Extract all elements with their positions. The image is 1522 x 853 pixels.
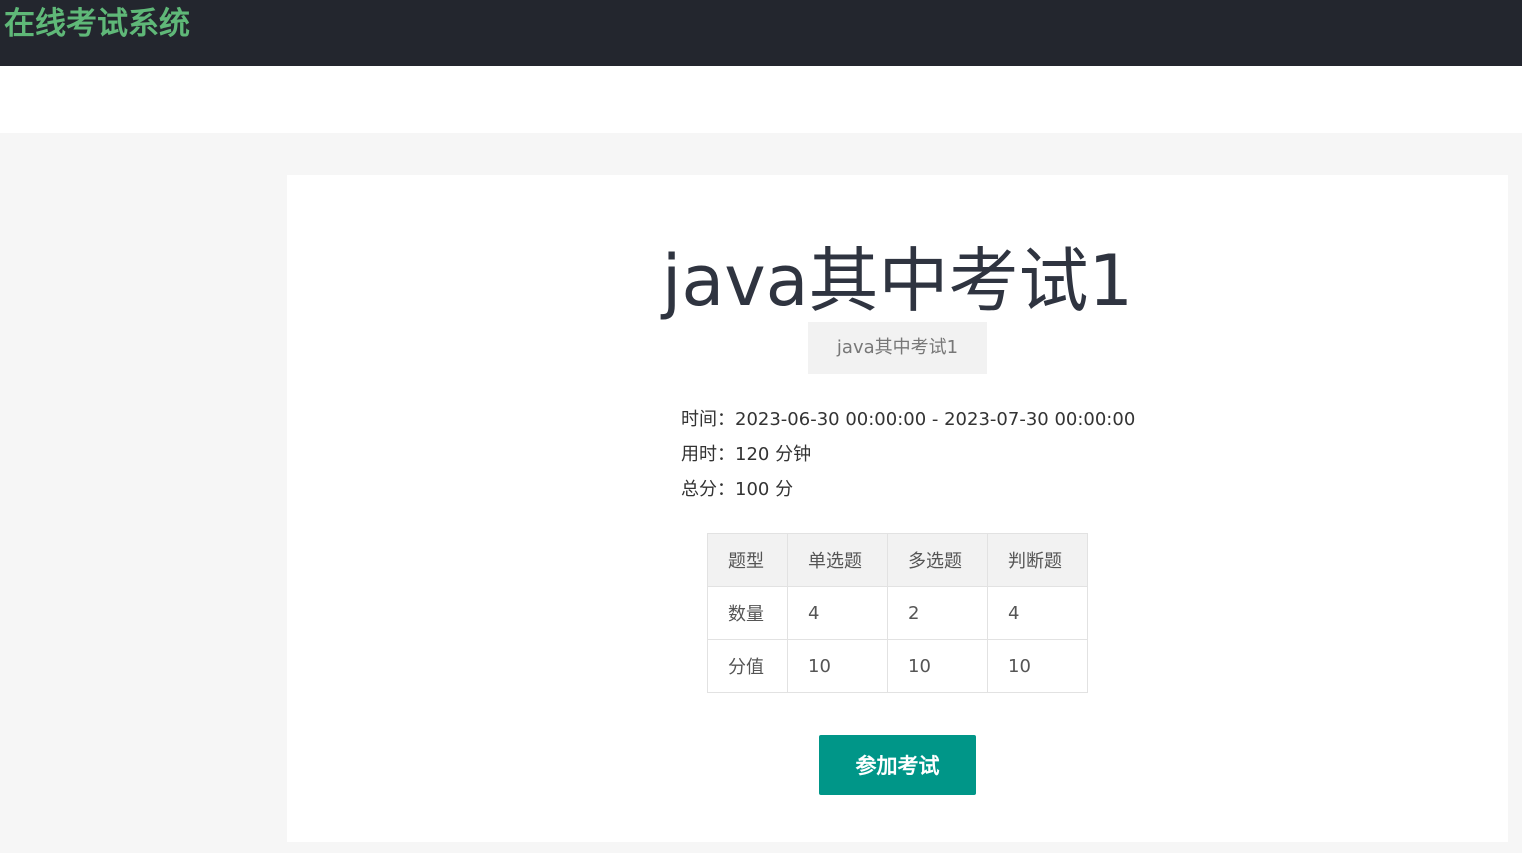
table-cell: 4 [987, 586, 1088, 640]
exam-time-value: 2023-06-30 00:00:00 - 2023-07-30 00:00:0… [735, 409, 1136, 430]
table-cell: 数量 [707, 586, 788, 640]
table-cell: 10 [787, 639, 888, 693]
exam-time-label: 时间： [681, 409, 735, 430]
table-header-cell: 单选题 [787, 533, 888, 587]
table-row: 数量 4 2 4 [707, 586, 1088, 640]
question-type-table: 题型 单选题 多选题 判断题 数量 4 2 4 分值 10 10 10 [707, 533, 1088, 693]
table-header-cell: 题型 [707, 533, 788, 587]
exam-info: 时间：2023-06-30 00:00:00 - 2023-07-30 00:0… [681, 402, 1135, 507]
exam-detail-card: java其中考试1 java其中考试1 时间：2023-06-30 00:00:… [287, 175, 1508, 842]
table-header-cell: 多选题 [887, 533, 988, 587]
exam-duration-row: 用时：120 分钟 [681, 437, 1135, 472]
table-header-row: 题型 单选题 多选题 判断题 [707, 533, 1088, 587]
exam-duration-value: 120 分钟 [735, 444, 812, 465]
exam-time-row: 时间：2023-06-30 00:00:00 - 2023-07-30 00:0… [681, 402, 1135, 437]
exam-title: java其中考试1 [661, 240, 1134, 322]
table-header-cell: 判断题 [987, 533, 1088, 587]
exam-total-value: 100 分 [735, 479, 794, 500]
secondary-bar [0, 66, 1522, 133]
table-row: 分值 10 10 10 [707, 639, 1088, 693]
table-cell: 10 [987, 639, 1088, 693]
table-cell: 10 [887, 639, 988, 693]
table-cell: 分值 [707, 639, 788, 693]
start-exam-button[interactable]: 参加考试 [819, 735, 976, 795]
exam-total-row: 总分：100 分 [681, 472, 1135, 507]
table-cell: 2 [887, 586, 988, 640]
app-title-logo[interactable]: 在线考试系统 [4, 4, 190, 44]
exam-subtitle-badge: java其中考试1 [808, 322, 987, 374]
exam-total-label: 总分： [681, 479, 735, 500]
table-cell: 4 [787, 586, 888, 640]
exam-duration-label: 用时： [681, 444, 735, 465]
top-navbar: 在线考试系统 [0, 0, 1522, 66]
